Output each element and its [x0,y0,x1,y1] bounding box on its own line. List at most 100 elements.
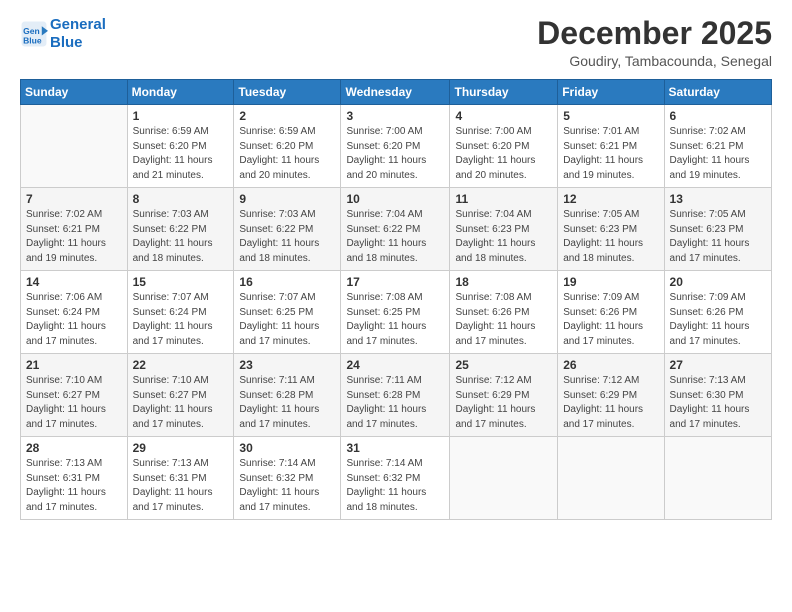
day-info: Sunrise: 7:11 AM Sunset: 6:28 PM Dayligh… [346,374,444,432]
calendar-day-cell [450,437,558,520]
calendar-day-cell: 26Sunrise: 7:12 AM Sunset: 6:29 PM Dayli… [558,354,664,437]
day-number: 2 [239,109,335,123]
weekday-header: Saturday [664,80,771,105]
day-info: Sunrise: 7:01 AM Sunset: 6:21 PM Dayligh… [563,125,658,183]
calendar-day-cell: 31 Sunrise: 7:14 AM Sunset: 6:32 PM Dayli… [341,437,450,520]
day-info: Sunrise: 7:00 AM Sunset: 6:20 PM Dayligh… [346,125,444,183]
weekday-header: Monday [127,80,234,105]
day-number: 14 [26,275,122,289]
calendar-day-cell: 5 Sunrise: 7:01 AM Sunset: 6:21 PM Daylig… [558,105,664,188]
calendar-week-row: 7 Sunrise: 7:02 AM Sunset: 6:21 PM Daylig… [21,188,772,271]
month-title: December 2025 [537,16,772,51]
day-number: 23 [239,358,335,372]
weekday-header: Thursday [450,80,558,105]
day-info: Sunrise: 6:59 AM Sunset: 6:20 PM Dayligh… [239,125,335,183]
day-info: Sunrise: 7:07 AM Sunset: 6:24 PM Dayligh… [133,291,229,349]
calendar-day-cell: 1 Sunrise: 6:59 AM Sunset: 6:20 PM Daylig… [127,105,234,188]
day-info: Sunrise: 7:04 AM Sunset: 6:23 PM Dayligh… [455,208,552,266]
day-info: Sunrise: 7:02 AM Sunset: 6:21 PM Dayligh… [26,208,122,266]
day-number: 11 [455,192,552,206]
calendar-day-cell: 25 Sunrise: 7:12 AM Sunset: 6:29 PM Dayli… [450,354,558,437]
calendar-table: SundayMondayTuesdayWednesdayThursdayFrid… [20,79,772,520]
calendar-day-cell: 10Sunrise: 7:04 AM Sunset: 6:22 PM Dayli… [341,188,450,271]
day-number: 15 [133,275,229,289]
calendar-week-row: 28Sunrise: 7:13 AM Sunset: 6:31 PM Dayli… [21,437,772,520]
calendar-day-cell: 28Sunrise: 7:13 AM Sunset: 6:31 PM Dayli… [21,437,128,520]
logo: Gen Blue General Blue [20,16,106,52]
page: Gen Blue General Blue December 2025 Goud… [0,0,792,612]
calendar-day-cell: 8 Sunrise: 7:03 AM Sunset: 6:22 PM Daylig… [127,188,234,271]
calendar-week-row: 1 Sunrise: 6:59 AM Sunset: 6:20 PM Daylig… [21,105,772,188]
day-info: Sunrise: 7:05 AM Sunset: 6:23 PM Dayligh… [563,208,658,266]
calendar-day-cell: 9 Sunrise: 7:03 AM Sunset: 6:22 PM Daylig… [234,188,341,271]
calendar-day-cell: 11 Sunrise: 7:04 AM Sunset: 6:23 PM Dayli… [450,188,558,271]
day-info: Sunrise: 7:06 AM Sunset: 6:24 PM Dayligh… [26,291,122,349]
day-info: Sunrise: 7:12 AM Sunset: 6:29 PM Dayligh… [455,374,552,432]
calendar-day-cell: 17Sunrise: 7:08 AM Sunset: 6:25 PM Dayli… [341,271,450,354]
day-number: 22 [133,358,229,372]
calendar-day-cell: 20 Sunrise: 7:09 AM Sunset: 6:26 PM Dayli… [664,271,771,354]
calendar-day-cell: 27Sunrise: 7:13 AM Sunset: 6:30 PM Dayli… [664,354,771,437]
logo-line1: General [50,16,106,33]
calendar-day-cell: 3 Sunrise: 7:00 AM Sunset: 6:20 PM Daylig… [341,105,450,188]
day-number: 20 [670,275,766,289]
day-info: Sunrise: 6:59 AM Sunset: 6:20 PM Dayligh… [133,125,229,183]
calendar-day-cell: 21 Sunrise: 7:10 AM Sunset: 6:27 PM Dayli… [21,354,128,437]
day-info: Sunrise: 7:10 AM Sunset: 6:27 PM Dayligh… [26,374,122,432]
day-info: Sunrise: 7:03 AM Sunset: 6:22 PM Dayligh… [133,208,229,266]
day-info: Sunrise: 7:00 AM Sunset: 6:20 PM Dayligh… [455,125,552,183]
calendar-week-row: 21 Sunrise: 7:10 AM Sunset: 6:27 PM Dayli… [21,354,772,437]
day-number: 12 [563,192,658,206]
calendar-day-cell: 4 Sunrise: 7:00 AM Sunset: 6:20 PM Daylig… [450,105,558,188]
calendar-day-cell [21,105,128,188]
day-info: Sunrise: 7:11 AM Sunset: 6:28 PM Dayligh… [239,374,335,432]
day-number: 16 [239,275,335,289]
calendar-day-cell: 12 Sunrise: 7:05 AM Sunset: 6:23 PM Dayli… [558,188,664,271]
day-number: 21 [26,358,122,372]
day-number: 1 [133,109,229,123]
calendar-day-cell [558,437,664,520]
day-number: 9 [239,192,335,206]
weekday-header: Tuesday [234,80,341,105]
day-info: Sunrise: 7:02 AM Sunset: 6:21 PM Dayligh… [670,125,766,183]
calendar-day-cell: 30Sunrise: 7:14 AM Sunset: 6:32 PM Dayli… [234,437,341,520]
calendar-day-cell: 15 Sunrise: 7:07 AM Sunset: 6:24 PM Dayli… [127,271,234,354]
calendar-day-cell: 13Sunrise: 7:05 AM Sunset: 6:23 PM Dayli… [664,188,771,271]
day-info: Sunrise: 7:05 AM Sunset: 6:23 PM Dayligh… [670,208,766,266]
day-number: 6 [670,109,766,123]
day-info: Sunrise: 7:13 AM Sunset: 6:31 PM Dayligh… [133,457,229,515]
header: Gen Blue General Blue December 2025 Goud… [20,16,772,69]
day-info: Sunrise: 7:08 AM Sunset: 6:25 PM Dayligh… [346,291,444,349]
calendar-day-cell: 7 Sunrise: 7:02 AM Sunset: 6:21 PM Daylig… [21,188,128,271]
day-info: Sunrise: 7:14 AM Sunset: 6:32 PM Dayligh… [346,457,444,515]
calendar-header-row: SundayMondayTuesdayWednesdayThursdayFrid… [21,80,772,105]
day-number: 29 [133,441,229,455]
day-number: 5 [563,109,658,123]
day-info: Sunrise: 7:09 AM Sunset: 6:26 PM Dayligh… [563,291,658,349]
calendar-day-cell [664,437,771,520]
day-number: 25 [455,358,552,372]
calendar-week-row: 14 Sunrise: 7:06 AM Sunset: 6:24 PM Dayli… [21,271,772,354]
logo-line2: Blue [50,34,83,51]
weekday-header: Friday [558,80,664,105]
weekday-header: Sunday [21,80,128,105]
calendar-day-cell: 2 Sunrise: 6:59 AM Sunset: 6:20 PM Daylig… [234,105,341,188]
calendar-day-cell: 29 Sunrise: 7:13 AM Sunset: 6:31 PM Dayli… [127,437,234,520]
logo-text: General Blue [50,16,106,52]
calendar-day-cell: 24Sunrise: 7:11 AM Sunset: 6:28 PM Dayli… [341,354,450,437]
day-number: 7 [26,192,122,206]
day-info: Sunrise: 7:09 AM Sunset: 6:26 PM Dayligh… [670,291,766,349]
day-number: 3 [346,109,444,123]
day-info: Sunrise: 7:04 AM Sunset: 6:22 PM Dayligh… [346,208,444,266]
day-info: Sunrise: 7:03 AM Sunset: 6:22 PM Dayligh… [239,208,335,266]
location: Goudiry, Tambacounda, Senegal [537,53,772,69]
calendar-day-cell: 19Sunrise: 7:09 AM Sunset: 6:26 PM Dayli… [558,271,664,354]
day-number: 4 [455,109,552,123]
svg-text:Gen: Gen [23,26,40,36]
day-number: 31 [346,441,444,455]
weekday-header: Wednesday [341,80,450,105]
logo-icon: Gen Blue [20,20,48,48]
day-info: Sunrise: 7:10 AM Sunset: 6:27 PM Dayligh… [133,374,229,432]
day-number: 8 [133,192,229,206]
day-number: 30 [239,441,335,455]
